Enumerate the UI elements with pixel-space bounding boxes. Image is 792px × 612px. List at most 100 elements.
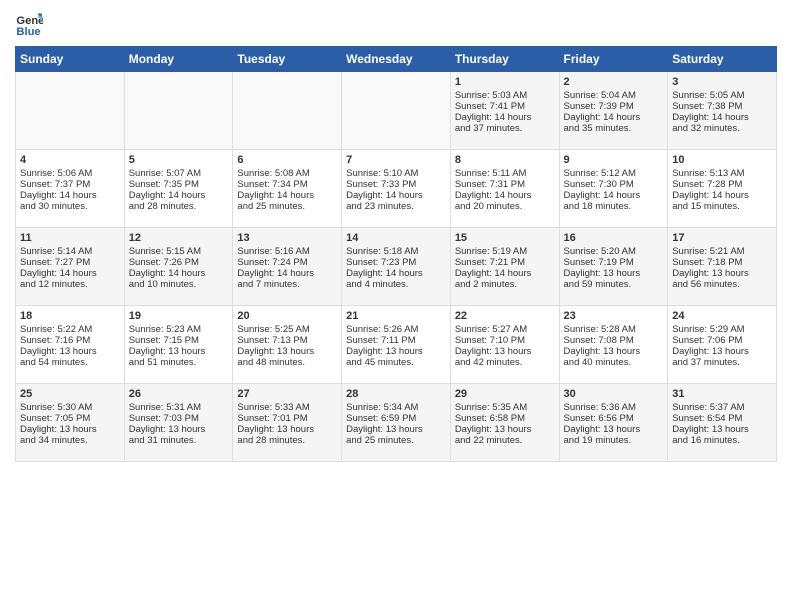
day-info-line: Sunset: 7:27 PM — [20, 257, 120, 268]
day-info-line: Sunset: 7:11 PM — [346, 335, 446, 346]
calendar-cell: 5Sunrise: 5:07 AMSunset: 7:35 PMDaylight… — [124, 150, 233, 228]
calendar-cell: 21Sunrise: 5:26 AMSunset: 7:11 PMDayligh… — [342, 306, 451, 384]
day-number: 22 — [455, 310, 555, 322]
day-number: 3 — [672, 76, 772, 88]
day-info-line: Sunset: 7:35 PM — [129, 179, 229, 190]
day-info-line: and 2 minutes. — [455, 279, 555, 290]
day-info-line: and 28 minutes. — [129, 201, 229, 212]
calendar-cell: 26Sunrise: 5:31 AMSunset: 7:03 PMDayligh… — [124, 384, 233, 462]
day-info-line: Sunset: 7:16 PM — [20, 335, 120, 346]
day-info-line: Daylight: 14 hours — [237, 268, 337, 279]
day-info-line: Daylight: 14 hours — [20, 190, 120, 201]
day-info-line: Sunrise: 5:16 AM — [237, 246, 337, 257]
page-container: General Blue SundayMondayTuesdayWednesda… — [0, 0, 792, 467]
day-header-tuesday: Tuesday — [233, 47, 342, 72]
day-info-line: and 37 minutes. — [672, 357, 772, 368]
calendar-cell: 14Sunrise: 5:18 AMSunset: 7:23 PMDayligh… — [342, 228, 451, 306]
day-info-line: and 35 minutes. — [564, 123, 664, 134]
day-info-line: and 48 minutes. — [237, 357, 337, 368]
day-info-line: and 10 minutes. — [129, 279, 229, 290]
day-number: 31 — [672, 388, 772, 400]
day-number: 4 — [20, 154, 120, 166]
calendar-cell — [342, 72, 451, 150]
calendar-cell — [124, 72, 233, 150]
calendar-table: SundayMondayTuesdayWednesdayThursdayFrid… — [15, 46, 777, 462]
week-row-2: 4Sunrise: 5:06 AMSunset: 7:37 PMDaylight… — [16, 150, 777, 228]
day-info-line: and 7 minutes. — [237, 279, 337, 290]
day-info-line: Daylight: 14 hours — [564, 190, 664, 201]
day-info-line: and 54 minutes. — [20, 357, 120, 368]
day-info-line: and 42 minutes. — [455, 357, 555, 368]
calendar-cell: 11Sunrise: 5:14 AMSunset: 7:27 PMDayligh… — [16, 228, 125, 306]
day-info-line: and 15 minutes. — [672, 201, 772, 212]
day-info-line: Daylight: 14 hours — [129, 190, 229, 201]
calendar-cell: 3Sunrise: 5:05 AMSunset: 7:38 PMDaylight… — [668, 72, 777, 150]
day-info-line: Sunrise: 5:12 AM — [564, 168, 664, 179]
day-info-line: Sunrise: 5:14 AM — [20, 246, 120, 257]
day-info-line: Sunrise: 5:36 AM — [564, 402, 664, 413]
day-header-saturday: Saturday — [668, 47, 777, 72]
day-info-line: Sunrise: 5:10 AM — [346, 168, 446, 179]
day-info-line: Sunrise: 5:03 AM — [455, 90, 555, 101]
day-info-line: Sunrise: 5:15 AM — [129, 246, 229, 257]
day-info-line: and 18 minutes. — [564, 201, 664, 212]
day-number: 26 — [129, 388, 229, 400]
calendar-cell: 4Sunrise: 5:06 AMSunset: 7:37 PMDaylight… — [16, 150, 125, 228]
week-row-4: 18Sunrise: 5:22 AMSunset: 7:16 PMDayligh… — [16, 306, 777, 384]
day-info-line: Sunset: 7:03 PM — [129, 413, 229, 424]
day-number: 27 — [237, 388, 337, 400]
day-info-line: Sunset: 7:08 PM — [564, 335, 664, 346]
day-number: 15 — [455, 232, 555, 244]
day-info-line: Sunrise: 5:29 AM — [672, 324, 772, 335]
calendar-cell: 24Sunrise: 5:29 AMSunset: 7:06 PMDayligh… — [668, 306, 777, 384]
day-number: 29 — [455, 388, 555, 400]
day-info-line: Daylight: 13 hours — [672, 424, 772, 435]
day-info-line: and 51 minutes. — [129, 357, 229, 368]
day-header-sunday: Sunday — [16, 47, 125, 72]
day-info-line: Daylight: 13 hours — [20, 346, 120, 357]
day-info-line: Sunset: 7:13 PM — [237, 335, 337, 346]
day-info-line: Sunset: 7:01 PM — [237, 413, 337, 424]
day-info-line: and 16 minutes. — [672, 435, 772, 446]
day-info-line: and 45 minutes. — [346, 357, 446, 368]
day-info-line: Sunset: 7:39 PM — [564, 101, 664, 112]
day-info-line: Sunset: 7:23 PM — [346, 257, 446, 268]
day-info-line: Daylight: 13 hours — [20, 424, 120, 435]
day-info-line: Daylight: 14 hours — [346, 268, 446, 279]
day-info-line: Sunset: 7:31 PM — [455, 179, 555, 190]
day-info-line: Sunset: 7:38 PM — [672, 101, 772, 112]
day-info-line: Sunrise: 5:05 AM — [672, 90, 772, 101]
day-info-line: Sunset: 7:19 PM — [564, 257, 664, 268]
day-info-line: and 40 minutes. — [564, 357, 664, 368]
day-info-line: Daylight: 14 hours — [455, 268, 555, 279]
calendar-cell: 17Sunrise: 5:21 AMSunset: 7:18 PMDayligh… — [668, 228, 777, 306]
day-info-line: Sunrise: 5:26 AM — [346, 324, 446, 335]
day-info-line: Sunrise: 5:11 AM — [455, 168, 555, 179]
day-info-line: Daylight: 14 hours — [672, 190, 772, 201]
day-info-line: Sunset: 7:26 PM — [129, 257, 229, 268]
day-number: 20 — [237, 310, 337, 322]
day-info-line: Daylight: 14 hours — [455, 112, 555, 123]
calendar-cell: 13Sunrise: 5:16 AMSunset: 7:24 PMDayligh… — [233, 228, 342, 306]
day-number: 18 — [20, 310, 120, 322]
day-number: 14 — [346, 232, 446, 244]
day-header-wednesday: Wednesday — [342, 47, 451, 72]
calendar-cell: 31Sunrise: 5:37 AMSunset: 6:54 PMDayligh… — [668, 384, 777, 462]
day-info-line: and 56 minutes. — [672, 279, 772, 290]
day-info-line: Sunset: 7:06 PM — [672, 335, 772, 346]
day-info-line: Sunrise: 5:27 AM — [455, 324, 555, 335]
day-info-line: Sunrise: 5:22 AM — [20, 324, 120, 335]
calendar-cell — [16, 72, 125, 150]
calendar-cell: 12Sunrise: 5:15 AMSunset: 7:26 PMDayligh… — [124, 228, 233, 306]
day-info-line: Daylight: 13 hours — [129, 346, 229, 357]
day-info-line: Daylight: 14 hours — [455, 190, 555, 201]
day-number: 28 — [346, 388, 446, 400]
day-info-line: Sunrise: 5:31 AM — [129, 402, 229, 413]
day-number: 21 — [346, 310, 446, 322]
day-info-line: Sunset: 6:58 PM — [455, 413, 555, 424]
day-info-line: and 34 minutes. — [20, 435, 120, 446]
day-info-line: Sunset: 6:56 PM — [564, 413, 664, 424]
day-info-line: and 23 minutes. — [346, 201, 446, 212]
day-number: 6 — [237, 154, 337, 166]
calendar-cell: 7Sunrise: 5:10 AMSunset: 7:33 PMDaylight… — [342, 150, 451, 228]
